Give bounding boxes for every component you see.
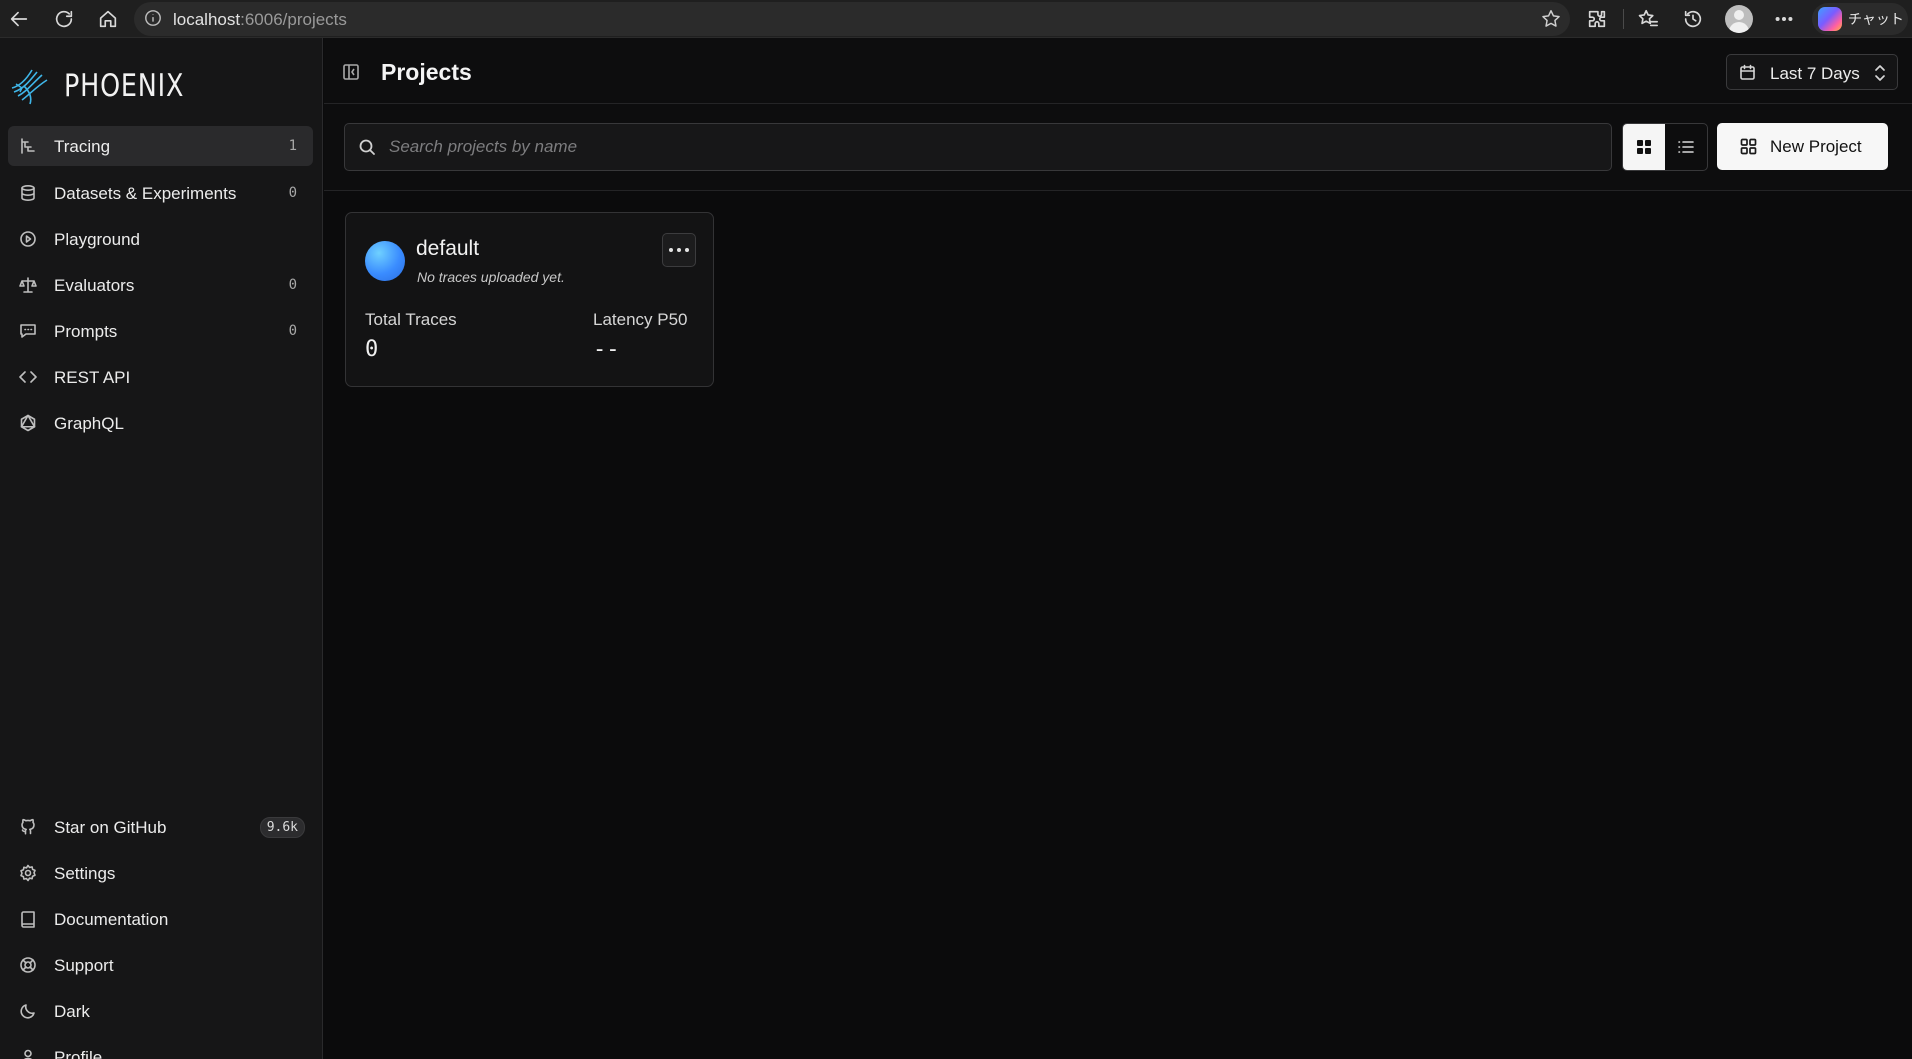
ellipsis-icon <box>685 248 689 252</box>
view-mode-toggle <box>1622 123 1708 171</box>
database-icon <box>19 184 37 202</box>
new-project-button[interactable]: New Project <box>1717 123 1888 170</box>
list-icon <box>1678 141 1694 153</box>
graphql-icon <box>19 414 37 432</box>
url-host: localhost <box>173 10 241 29</box>
time-range-picker[interactable]: Last 7 Days <box>1726 54 1898 90</box>
sidebar-item-label: Star on GitHub <box>54 818 167 837</box>
latency-label: Latency P50 <box>593 310 688 329</box>
total-traces-value: 0 <box>365 337 379 362</box>
sidebar-toggle-icon[interactable] <box>342 63 360 81</box>
sidebar-item-tracing[interactable]: Tracing 1 <box>8 126 313 166</box>
site-info-icon[interactable] <box>144 9 164 29</box>
project-avatar <box>365 241 405 281</box>
sidebar-item-star-github[interactable]: Star on GitHub 9.6k <box>8 807 313 847</box>
url-path: :6006/projects <box>240 10 347 29</box>
sidebar-item-graphql[interactable]: GraphQL <box>8 403 313 443</box>
project-card-default[interactable]: default No traces uploaded yet. Total Tr… <box>345 212 714 387</box>
page-title: Projects <box>381 59 472 85</box>
search-input[interactable] <box>389 124 1599 170</box>
sidebar-item-settings[interactable]: Settings <box>8 853 313 893</box>
message-icon <box>19 322 37 340</box>
play-circle-icon <box>19 230 37 248</box>
sidebar-item-profile[interactable]: Profile <box>8 1037 313 1059</box>
reload-icon[interactable] <box>50 5 78 33</box>
home-icon[interactable] <box>94 5 122 33</box>
sidebar-item-label: Datasets & Experiments <box>54 184 237 203</box>
sidebar-item-label: Prompts <box>54 322 118 341</box>
sidebar-item-documentation[interactable]: Documentation <box>8 899 313 939</box>
sidebar-item-count: 0 <box>288 277 297 293</box>
book-icon <box>19 910 37 928</box>
sidebar-item-evaluators[interactable]: Evaluators 0 <box>8 265 313 305</box>
sidebar-item-count: 0 <box>288 323 297 339</box>
user-icon <box>19 1048 37 1059</box>
chevron-up-down-icon <box>1873 64 1887 82</box>
copilot-label: チャット <box>1848 11 1904 27</box>
sidebar-item-label: Evaluators <box>54 276 135 295</box>
project-subtitle: No traces uploaded yet. <box>417 269 565 285</box>
list-view-button[interactable] <box>1665 124 1707 170</box>
sidebar: PHOENIX Tracing 1 Datasets & Experiments… <box>0 38 323 1059</box>
sidebar-item-label: Settings <box>54 864 116 883</box>
moon-icon <box>19 1002 37 1020</box>
github-stars-badge: 9.6k <box>259 817 305 838</box>
sidebar-item-label: Dark <box>54 1002 90 1021</box>
sidebar-item-label: Playground <box>54 230 141 249</box>
toolbar-divider <box>1623 9 1624 29</box>
new-project-label: New Project <box>1770 137 1862 156</box>
copilot-chat-button[interactable]: チャット <box>1812 3 1908 35</box>
more-options-icon[interactable] <box>1770 5 1798 33</box>
grid-plus-icon <box>1740 138 1757 155</box>
browser-profile-avatar[interactable] <box>1725 5 1753 33</box>
project-name: default <box>416 237 480 260</box>
lifebuoy-icon <box>19 956 37 974</box>
browser-toolbar: localhost:6006/projects チャット <box>0 0 1912 38</box>
sidebar-item-rest-api[interactable]: REST API <box>8 357 313 397</box>
sidebar-item-label: Profile <box>54 1048 103 1059</box>
ellipsis-icon <box>677 248 681 252</box>
sidebar-item-dark-mode[interactable]: Dark <box>8 991 313 1031</box>
history-icon[interactable] <box>1679 5 1707 33</box>
code-icon <box>19 368 37 386</box>
back-icon[interactable] <box>5 5 33 33</box>
sidebar-item-support[interactable]: Support <box>8 945 313 985</box>
total-traces-label: Total Traces <box>365 310 457 329</box>
sidebar-item-label: REST API <box>54 368 131 387</box>
copilot-icon <box>1818 7 1842 31</box>
sidebar-item-count: 0 <box>288 185 297 201</box>
sidebar-item-label: GraphQL <box>54 414 124 433</box>
favorites-icon[interactable] <box>1634 5 1662 33</box>
extensions-icon[interactable] <box>1583 5 1611 33</box>
tracing-icon <box>19 137 37 155</box>
grid-icon <box>1637 140 1651 154</box>
gear-icon <box>19 864 37 882</box>
search-box <box>344 123 1612 171</box>
sidebar-item-prompts[interactable]: Prompts 0 <box>8 311 313 351</box>
sidebar-item-count: 1 <box>288 138 297 154</box>
latency-value: -- <box>593 337 620 362</box>
scale-icon <box>19 276 37 294</box>
search-icon <box>358 138 376 156</box>
github-icon <box>19 818 37 836</box>
page-header: Projects Last 7 Days <box>324 38 1912 104</box>
address-bar[interactable]: localhost:6006/projects <box>134 2 1570 36</box>
favorite-star-icon[interactable] <box>1540 8 1562 30</box>
sidebar-item-playground[interactable]: Playground <box>8 219 313 259</box>
sidebar-item-datasets[interactable]: Datasets & Experiments 0 <box>8 173 313 213</box>
sidebar-item-label: Documentation <box>54 910 169 929</box>
phoenix-logo[interactable]: PHOENIX <box>10 64 211 108</box>
logo-text: PHOENIX <box>64 68 185 104</box>
url-text: localhost:6006/projects <box>173 10 347 30</box>
calendar-icon <box>1739 64 1756 81</box>
project-more-button[interactable] <box>662 233 696 267</box>
sidebar-item-label: Tracing <box>54 137 111 156</box>
time-range-label: Last 7 Days <box>1770 64 1860 83</box>
ellipsis-icon <box>669 248 673 252</box>
phoenix-bird-icon <box>11 69 48 105</box>
projects-toolbar: New Project <box>324 104 1912 191</box>
sidebar-item-label: Support <box>54 956 114 975</box>
grid-view-button[interactable] <box>1623 124 1665 170</box>
